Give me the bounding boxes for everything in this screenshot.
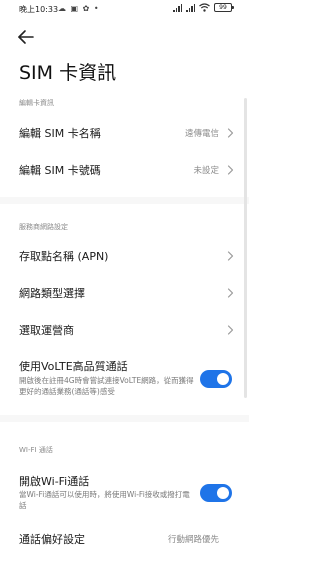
section-header-wifi-calling: WI-FI 通話: [19, 446, 53, 454]
wifi-calling-label: 開啟Wi-Fi通話: [19, 475, 90, 488]
calling-preference-label: 通話偏好設定: [19, 533, 85, 546]
apn-row[interactable]: 存取點名稱 (APN): [0, 241, 249, 271]
edit-sim-number-label: 編輯 SIM 卡號碼: [19, 164, 101, 177]
wifi-calling-toggle[interactable]: [200, 484, 232, 502]
back-button[interactable]: [16, 27, 36, 47]
status-bar: 晚上10:33 ☁ ▣ ✿ • 99: [0, 0, 249, 20]
wifi-icon: [199, 3, 210, 12]
status-right-icons: 99: [173, 3, 234, 12]
calling-preference-value: 行動網路優先: [167, 535, 219, 545]
scrollbar[interactable]: [244, 98, 247, 398]
signal-icon: [173, 3, 182, 12]
toggle-knob: [217, 487, 229, 499]
page-title: SIM 卡資訊: [19, 62, 117, 84]
wifi-calling-row[interactable]: 開啟Wi-Fi通話 當Wi-Fi通話可以使用時，將使用Wi-Fi接收或撥打電話: [0, 470, 249, 520]
toggle-knob: [217, 373, 229, 385]
wifi-calling-description: 當Wi-Fi通話可以使用時，將使用Wi-Fi接收或撥打電話: [19, 490, 190, 510]
edit-sim-name-value: 遠傳電信: [184, 129, 219, 139]
status-time: 晚上10:33: [19, 5, 59, 14]
chevron-right-icon: [227, 288, 234, 298]
edit-sim-number-value: 未設定: [193, 166, 219, 176]
chevron-right-icon: [227, 251, 234, 261]
select-operator-label: 選取運營商: [19, 324, 74, 337]
apn-label: 存取點名稱 (APN): [19, 250, 109, 263]
chevron-right-icon: [227, 325, 234, 335]
notification-icons: ☁ ▣ ✿ •: [58, 4, 100, 13]
network-type-label: 網路類型選擇: [19, 287, 85, 300]
battery-icon: 99: [214, 3, 234, 12]
section-header-edit-sim: 編輯卡資訊: [19, 99, 54, 107]
section-divider: [0, 197, 249, 204]
back-arrow-icon: [18, 30, 34, 44]
edit-sim-number-row[interactable]: 編輯 SIM 卡號碼 未設定: [0, 155, 249, 185]
select-operator-row[interactable]: 選取運營商: [0, 315, 249, 345]
volte-row[interactable]: 使用VoLTE高品質通話 開啟後在註冊4G時會嘗試連接VoLTE網路，從而獲得更…: [0, 355, 249, 405]
signal-icon-2: [186, 3, 195, 12]
network-type-row[interactable]: 網路類型選擇: [0, 278, 249, 308]
chevron-right-icon: [227, 128, 234, 138]
section-header-carrier: 服務商網路設定: [19, 223, 68, 231]
calling-preference-row[interactable]: 通話偏好設定 行動網路優先: [0, 531, 249, 561]
edit-sim-name-label: 編輯 SIM 卡名稱: [19, 127, 101, 140]
section-divider: [0, 415, 249, 422]
volte-toggle[interactable]: [200, 370, 232, 388]
volte-label: 使用VoLTE高品質通話: [19, 360, 128, 373]
edit-sim-name-row[interactable]: 編輯 SIM 卡名稱 遠傳電信: [0, 118, 249, 148]
volte-description: 開啟後在註冊4G時會嘗試連接VoLTE網路，從而獲得更好的通話業務(通話等)感受: [19, 376, 194, 396]
chevron-right-icon: [227, 165, 234, 175]
